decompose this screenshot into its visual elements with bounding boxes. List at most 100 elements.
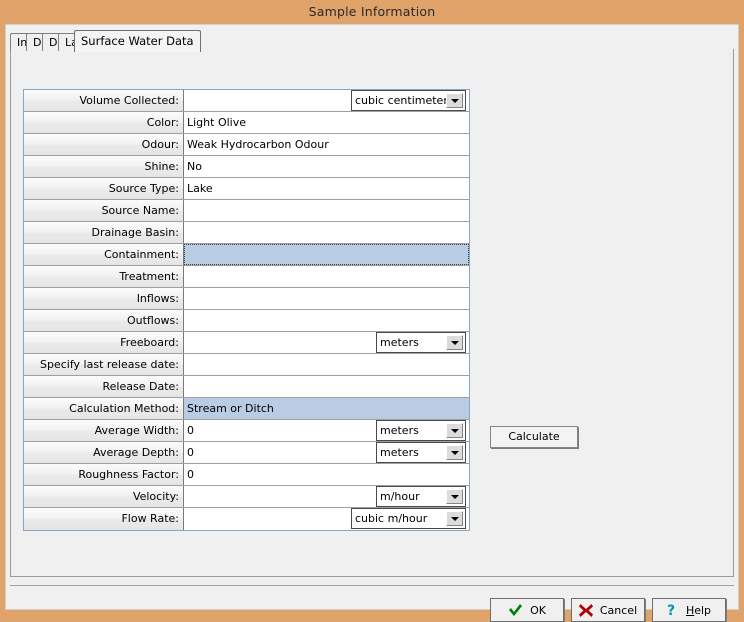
field-value[interactable]: Light Olive — [184, 112, 469, 133]
unit-dropdown-value: cubic m/hour — [355, 512, 428, 525]
field-row: Flow Rate: cubic m/hour — [24, 508, 469, 530]
unit-dropdown-value: meters — [380, 336, 419, 349]
field-value[interactable] — [184, 288, 469, 309]
field-label: Average Width: — [24, 420, 184, 441]
help-accel-letter: H — [685, 603, 695, 617]
x-icon — [578, 603, 593, 617]
chevron-down-icon[interactable] — [446, 489, 463, 504]
field-label: Freeboard: — [24, 332, 184, 353]
chevron-down-icon[interactable] — [446, 335, 463, 350]
field-value[interactable] — [184, 200, 469, 221]
window-client-area: InformationDescriptionDetailsLab Analyse… — [5, 24, 739, 622]
field-label: Outflows: — [24, 310, 184, 331]
field-value[interactable]: No — [184, 156, 469, 177]
field-row: Volume Collected: cubic centimeters — [24, 90, 469, 112]
chevron-down-icon[interactable] — [446, 93, 463, 108]
field-label: Source Type: — [24, 178, 184, 199]
unit-dropdown[interactable]: m/hour — [376, 486, 466, 507]
check-icon — [508, 603, 523, 617]
field-row: Source Type: Lake — [24, 178, 469, 200]
sample-information-window: Sample Information InformationDescriptio… — [0, 0, 744, 622]
field-row: Shine: No — [24, 156, 469, 178]
field-row: Freeboard: meters — [24, 332, 469, 354]
unit-dropdown[interactable]: cubic m/hour — [351, 508, 466, 529]
help-button[interactable]: ? Help — [652, 598, 726, 622]
field-label: Shine: — [24, 156, 184, 177]
unit-dropdown-value: cubic centimeters — [355, 94, 446, 107]
field-value[interactable] — [184, 376, 469, 397]
field-value[interactable]: Weak Hydrocarbon Odour — [184, 134, 469, 155]
field-label: Containment: — [24, 244, 184, 265]
field-value[interactable] — [184, 310, 469, 331]
help-label-rest: elp — [694, 603, 712, 617]
field-value[interactable]: 0 meters — [184, 420, 469, 441]
field-label: Treatment: — [24, 266, 184, 287]
field-value[interactable]: cubic centimeters — [184, 90, 469, 111]
field-row: Average Depth: 0 meters — [24, 442, 469, 464]
field-row: Specify last release date: — [24, 354, 469, 376]
ok-button[interactable]: OK — [490, 598, 564, 622]
field-value[interactable]: 0 — [184, 464, 469, 485]
page-title: Sample Information — [308, 4, 436, 19]
field-label: Drainage Basin: — [24, 222, 184, 243]
tab-label: Surface Water Data — [81, 34, 194, 48]
surface-water-field-grid: Volume Collected: cubic centimeters Color:… — [23, 89, 470, 531]
field-label: Average Depth: — [24, 442, 184, 463]
field-label: Release Date: — [24, 376, 184, 397]
field-value[interactable]: cubic m/hour — [184, 508, 469, 530]
chevron-down-icon[interactable] — [446, 445, 463, 460]
cancel-button[interactable]: Cancel — [571, 598, 645, 622]
field-row: Treatment: — [24, 266, 469, 288]
calculate-button-label: Calculate — [508, 430, 560, 443]
field-value[interactable] — [184, 244, 469, 265]
field-label: Calculation Method: — [24, 398, 184, 419]
help-button-label: Help — [686, 604, 711, 617]
field-row: Inflows: — [24, 288, 469, 310]
field-value[interactable]: Lake — [184, 178, 469, 199]
field-row: Color: Light Olive — [24, 112, 469, 134]
field-label: Inflows: — [24, 288, 184, 309]
field-value-text: 0 — [187, 446, 194, 459]
field-row: Roughness Factor: 0 — [24, 464, 469, 486]
field-value[interactable] — [184, 266, 469, 287]
ok-button-label: OK — [530, 603, 546, 617]
unit-dropdown[interactable]: cubic centimeters — [351, 90, 466, 111]
field-row: Source Name: — [24, 200, 469, 222]
field-row: Release Date: — [24, 376, 469, 398]
field-row: Odour: Weak Hydrocarbon Odour — [24, 134, 469, 156]
field-value[interactable]: meters — [184, 332, 469, 353]
field-label: Specify last release date: — [24, 354, 184, 375]
unit-dropdown[interactable]: meters — [376, 332, 466, 353]
svg-text:?: ? — [667, 603, 675, 617]
unit-dropdown-value: m/hour — [380, 490, 420, 503]
field-value[interactable]: Stream or Ditch — [184, 398, 469, 419]
window-title-bar: Sample Information — [0, 0, 744, 24]
field-label: Odour: — [24, 134, 184, 155]
field-row: Velocity: m/hour — [24, 486, 469, 508]
calculate-button[interactable]: Calculate — [490, 426, 578, 448]
field-label: Source Name: — [24, 200, 184, 221]
field-row: Average Width: 0 meters — [24, 420, 469, 442]
unit-dropdown[interactable]: meters — [376, 420, 466, 441]
field-label: Velocity: — [24, 486, 184, 507]
field-label: Roughness Factor: — [24, 464, 184, 485]
unit-dropdown-value: meters — [380, 424, 419, 437]
tab-bar: InformationDescriptionDetailsLab Analyse… — [10, 30, 734, 52]
tab-surface-water-data[interactable]: Surface Water Data — [74, 30, 201, 52]
button-bar-separator — [10, 585, 734, 586]
field-value[interactable]: m/hour — [184, 486, 469, 507]
field-label: Flow Rate: — [24, 508, 184, 530]
unit-dropdown[interactable]: meters — [376, 442, 466, 463]
field-label: Color: — [24, 112, 184, 133]
chevron-down-icon[interactable] — [446, 423, 463, 438]
unit-dropdown-value: meters — [380, 446, 419, 459]
chevron-down-icon[interactable] — [446, 511, 463, 526]
question-mark-icon: ? — [667, 603, 679, 619]
cancel-button-label: Cancel — [599, 603, 638, 617]
field-row: Calculation Method: Stream or Ditch — [24, 398, 469, 420]
field-value[interactable] — [184, 222, 469, 243]
field-value[interactable] — [184, 354, 469, 375]
field-value-text: 0 — [187, 424, 194, 437]
field-value[interactable]: 0 meters — [184, 442, 469, 463]
field-row: Outflows: — [24, 310, 469, 332]
